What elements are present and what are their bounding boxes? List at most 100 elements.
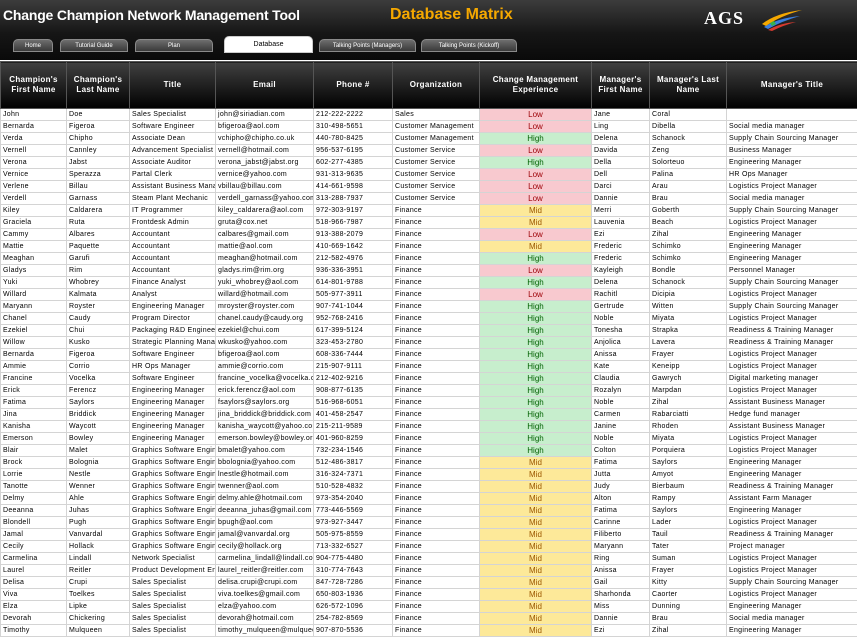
cell-champion-last-name[interactable]: Whobrey [66,276,130,289]
cell-organization[interactable]: Finance [392,516,480,529]
cell-organization[interactable]: Finance [392,588,480,601]
cell-phone[interactable]: 602-277-4385 [313,156,393,169]
cell-organization[interactable]: Customer Management [392,132,480,145]
cell-title[interactable]: Graphics Software Engineer [129,504,216,517]
cell-email[interactable]: kiley_caldarera@aol.com [215,204,314,217]
cell-manager-title[interactable]: Supply Chain Sourcing Manager [726,132,857,145]
cell-manager-title[interactable] [726,108,857,121]
cell-manager-title[interactable]: Personnel Manager [726,264,857,277]
cell-email[interactable]: laurel_reitler@reitler.com [215,564,314,577]
cell-title[interactable]: Graphics Software Engineer [129,468,216,481]
cell-email[interactable]: francine_vocelka@vocelka.com [215,372,314,385]
cell-champion-last-name[interactable]: Briddick [66,408,130,421]
cell-manager-last-name[interactable]: Bierbaum [649,480,727,493]
cell-email[interactable]: vbillau@billau.com [215,180,314,193]
cell-organization[interactable]: Finance [392,492,480,505]
nav-talking-points-managers-button[interactable]: Talking Points (Managers) [319,39,416,52]
cell-manager-first-name[interactable]: Carinne [591,516,650,529]
cell-champion-last-name[interactable]: Pugh [66,516,130,529]
cell-email[interactable]: mroyster@royster.com [215,300,314,313]
cell-organization[interactable]: Finance [392,228,480,241]
cell-cm-experience[interactable]: Mid [479,468,592,481]
cell-champion-first-name[interactable]: Delisa [0,576,67,589]
cell-manager-last-name[interactable]: Miyata [649,312,727,325]
cell-manager-first-name[interactable]: Dannie [591,192,650,205]
cell-manager-last-name[interactable]: Coral [649,108,727,121]
cell-title[interactable]: Graphics Software Engineer [129,492,216,505]
cell-champion-first-name[interactable]: Kanisha [0,420,67,433]
cell-manager-title[interactable]: Engineering Manager [726,240,857,253]
cell-cm-experience[interactable]: High [479,372,592,385]
cell-champion-first-name[interactable]: Brock [0,456,67,469]
cell-cm-experience[interactable]: High [479,384,592,397]
cell-email[interactable]: calbares@gmail.com [215,228,314,241]
cell-manager-first-name[interactable]: Kate [591,360,650,373]
cell-champion-last-name[interactable]: Doe [66,108,130,121]
cell-manager-title[interactable]: Logistics Project Manager [726,312,857,325]
cell-email[interactable]: delmy.ahle@hotmail.com [215,492,314,505]
cell-title[interactable]: Associate Dean [129,132,216,145]
cell-manager-title[interactable]: Engineering Manager [726,600,857,613]
cell-champion-last-name[interactable]: Rim [66,264,130,277]
cell-champion-last-name[interactable]: Waycott [66,420,130,433]
cell-cm-experience[interactable]: Mid [479,216,592,229]
cell-champion-first-name[interactable]: Carmelina [0,552,67,565]
cell-phone[interactable]: 614-801-9788 [313,276,393,289]
cell-manager-last-name[interactable]: Solorteuo [649,156,727,169]
cell-phone[interactable]: 650-803-1936 [313,588,393,601]
cell-champion-last-name[interactable]: Bowley [66,432,130,445]
cell-phone[interactable]: 973-927-3447 [313,516,393,529]
cell-manager-first-name[interactable]: Frederic [591,240,650,253]
cell-manager-last-name[interactable]: Amyot [649,468,727,481]
cell-phone[interactable]: 310-498-5651 [313,120,393,133]
cell-cm-experience[interactable]: Low [479,108,592,121]
cell-phone[interactable]: 847-728-7286 [313,576,393,589]
cell-phone[interactable]: 907-870-5536 [313,624,393,637]
cell-phone[interactable]: 973-354-2040 [313,492,393,505]
cell-cm-experience[interactable]: Mid [479,528,592,541]
column-header-manager-last-name[interactable]: Manager's Last Name [649,61,727,109]
cell-cm-experience[interactable]: Mid [479,456,592,469]
cell-phone[interactable]: 908-877-6135 [313,384,393,397]
cell-champion-first-name[interactable]: Tanotte [0,480,67,493]
cell-phone[interactable]: 617-399-5124 [313,324,393,337]
cell-email[interactable]: meaghan@hotmail.com [215,252,314,265]
cell-champion-last-name[interactable]: Vocelka [66,372,130,385]
cell-champion-last-name[interactable]: Billau [66,180,130,193]
cell-champion-first-name[interactable]: Cammy [0,228,67,241]
column-header-cm-experience[interactable]: Change Management Experience [479,61,592,109]
cell-manager-last-name[interactable]: Strapka [649,324,727,337]
cell-title[interactable]: Graphics Software Engineer [129,456,216,469]
cell-organization[interactable]: Finance [392,444,480,457]
cell-email[interactable]: timothy_mulqueen@mulqueen.org [215,624,314,637]
cell-champion-first-name[interactable]: Yuki [0,276,67,289]
cell-champion-first-name[interactable]: Meaghan [0,252,67,265]
cell-phone[interactable]: 212-582-4976 [313,252,393,265]
cell-cm-experience[interactable]: High [479,396,592,409]
column-header-phone[interactable]: Phone # [313,61,393,109]
cell-cm-experience[interactable]: Low [479,168,592,181]
cell-cm-experience[interactable]: Mid [479,612,592,625]
cell-title[interactable]: Product Development Engineer [129,564,216,577]
cell-champion-last-name[interactable]: Chipho [66,132,130,145]
cell-manager-first-name[interactable]: Ling [591,120,650,133]
cell-manager-last-name[interactable]: Saylors [649,504,727,517]
cell-champion-last-name[interactable]: Chickering [66,612,130,625]
cell-champion-first-name[interactable]: Lorrie [0,468,67,481]
cell-organization[interactable]: Finance [392,420,480,433]
cell-title[interactable]: Packaging R&D Engineer [129,324,216,337]
cell-manager-last-name[interactable]: Schanock [649,132,727,145]
cell-cm-experience[interactable]: Mid [479,600,592,613]
cell-organization[interactable]: Finance [392,204,480,217]
cell-cm-experience[interactable]: High [479,432,592,445]
cell-cm-experience[interactable]: High [479,336,592,349]
cell-cm-experience[interactable]: Mid [479,552,592,565]
cell-manager-first-name[interactable]: Ezi [591,228,650,241]
cell-cm-experience[interactable]: High [479,300,592,313]
cell-cm-experience[interactable]: High [479,408,592,421]
cell-organization[interactable]: Finance [392,276,480,289]
cell-email[interactable]: emerson.bowley@bowley.org [215,432,314,445]
cell-email[interactable]: delisa.crupi@crupi.com [215,576,314,589]
cell-title[interactable]: Program Director [129,312,216,325]
cell-champion-last-name[interactable]: Bolognia [66,456,130,469]
